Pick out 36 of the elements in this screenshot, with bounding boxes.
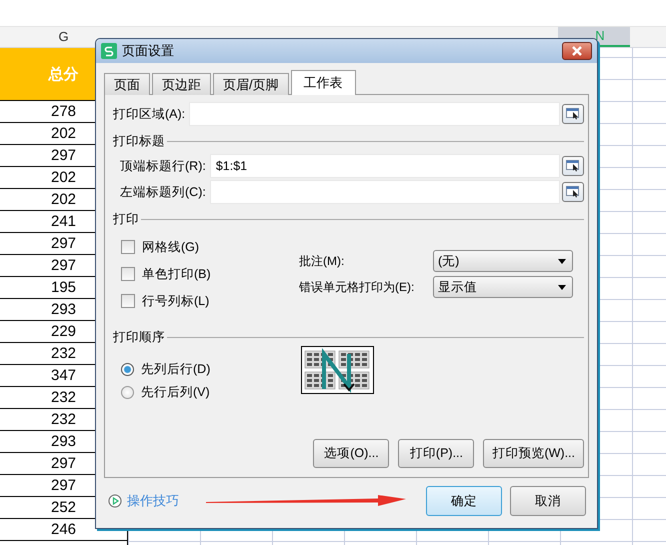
table-cursor-icon <box>566 160 580 172</box>
ok-button[interactable]: 确定 <box>426 486 502 516</box>
caret-icon <box>558 284 566 290</box>
cancel-button[interactable]: 取消 <box>510 486 586 516</box>
checkbox-label: 单色打印(B) <box>142 266 211 282</box>
input-field[interactable]: $1:$1 <box>210 154 560 178</box>
radio-label: 先列后行(D) <box>141 360 210 378</box>
checkbox[interactable] <box>121 294 135 308</box>
range-select-button[interactable] <box>562 156 584 176</box>
play-icon <box>108 494 122 508</box>
dropdown[interactable]: 显示值 <box>433 276 573 298</box>
close-button[interactable] <box>562 42 592 60</box>
tab[interactable]: 页边距 <box>152 73 211 95</box>
checkbox[interactable] <box>121 240 135 254</box>
range-select-button[interactable] <box>562 104 584 124</box>
radio-button[interactable] <box>121 362 134 376</box>
dialog-button[interactable]: 打印预览(W)... <box>483 439 584 468</box>
radio-label: 先行后列(V) <box>141 384 210 400</box>
tab[interactable]: 工作表 <box>290 70 356 95</box>
dropdown-label: 批注(M): <box>299 252 346 270</box>
table-cursor-icon <box>566 186 580 198</box>
dropdown-label: 错误单元格打印为(E): <box>299 278 416 296</box>
dialog-button[interactable]: 打印(P)... <box>398 439 474 468</box>
checkbox[interactable] <box>121 267 135 281</box>
radio-button[interactable] <box>121 386 134 398</box>
dropdown[interactable]: (无) <box>433 250 573 272</box>
tab[interactable]: 页眉/页脚 <box>213 73 289 95</box>
app-icon <box>101 43 117 59</box>
checkbox-label: 网格线(G) <box>142 238 200 256</box>
table-cursor-icon <box>566 108 580 120</box>
dialog-button[interactable]: 选项(O)... <box>313 439 390 468</box>
range-select-button[interactable] <box>562 182 584 202</box>
caret-icon <box>558 258 566 264</box>
checkbox-label: 行号列标(L) <box>142 292 210 310</box>
tab[interactable]: 页面 <box>104 73 150 95</box>
close-icon <box>571 46 583 56</box>
